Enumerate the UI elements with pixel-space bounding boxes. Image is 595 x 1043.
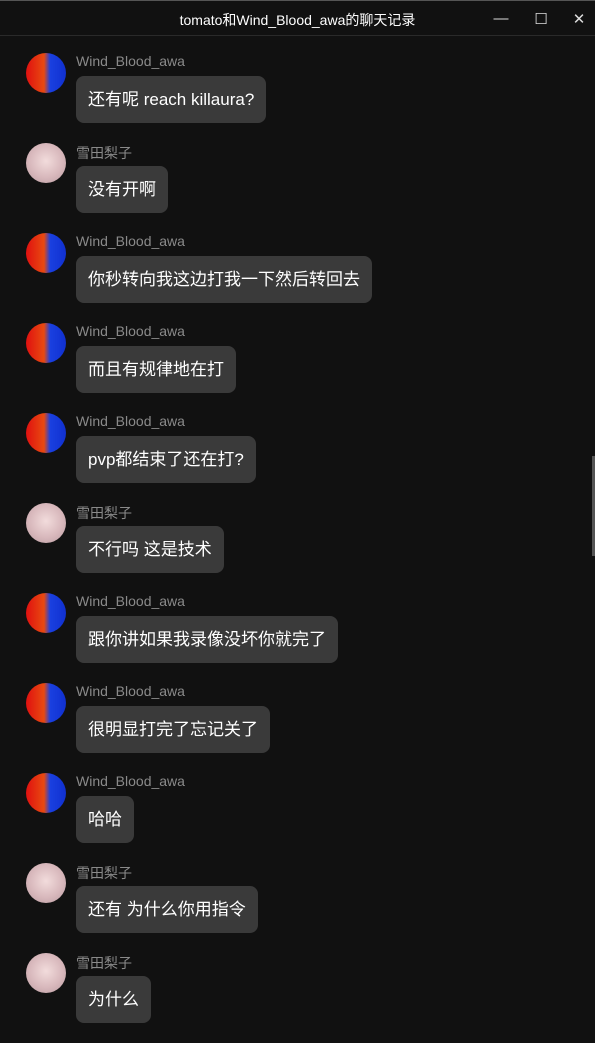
avatar[interactable] <box>26 593 66 633</box>
sender-name: 雪田梨子 <box>76 955 132 971</box>
message-bubble: 不行吗 这是技术 <box>76 526 224 573</box>
message-bubble: 你秒转向我这边打我一下然后转回去 <box>76 256 372 303</box>
message-item: Wind_Blood_awa 跟你讲如果我录像没坏你就完了 <box>0 593 595 683</box>
sender-name: 雪田梨子 <box>76 145 132 161</box>
message-item: Wind_Blood_awa 而且有规律地在打 <box>0 323 595 413</box>
sender-name: Wind_Blood_awa <box>76 323 185 339</box>
message-bubble: 还有呢 reach killaura? <box>76 76 267 123</box>
message-item: Wind_Blood_awa 哈哈 <box>0 773 595 863</box>
sender-name: Wind_Blood_awa <box>76 773 185 789</box>
message-bubble: 很明显打完了忘记关了 <box>76 706 270 753</box>
avatar[interactable] <box>26 773 66 813</box>
message-item: Wind_Blood_awa 还有呢 reach killaura? <box>0 53 595 143</box>
sender-name: Wind_Blood_awa <box>76 413 185 429</box>
message-item: 雪田梨子 为什么 <box>0 953 595 1043</box>
message-bubble: pvp都结束了还在打? <box>76 436 256 483</box>
message-bubble: 哈哈 <box>76 796 134 843</box>
sender-name: Wind_Blood_awa <box>76 593 185 609</box>
sender-name: 雪田梨子 <box>76 505 132 521</box>
message-bubble: 为什么 <box>76 976 151 1023</box>
title-bar: tomato和Wind_Blood_awa的聊天记录 — ☐ ✕ <box>0 1 595 36</box>
message-bubble: 没有开啊 <box>76 166 168 213</box>
avatar[interactable] <box>26 953 66 993</box>
sender-name: 雪田梨子 <box>76 865 132 881</box>
close-button[interactable]: ✕ <box>559 1 595 36</box>
maximize-button[interactable]: ☐ <box>521 1 561 36</box>
message-item: 雪田梨子 不行吗 这是技术 <box>0 503 595 593</box>
avatar[interactable] <box>26 233 66 273</box>
message-item: Wind_Blood_awa pvp都结束了还在打? <box>0 413 595 503</box>
minimize-button[interactable]: — <box>481 1 521 36</box>
message-bubble: 跟你讲如果我录像没坏你就完了 <box>76 616 338 663</box>
avatar[interactable] <box>26 863 66 903</box>
message-list: Wind_Blood_awa 还有呢 reach killaura? 雪田梨子 … <box>0 53 595 1043</box>
message-item: Wind_Blood_awa 你秒转向我这边打我一下然后转回去 <box>0 233 595 323</box>
avatar[interactable] <box>26 503 66 543</box>
message-item: 雪田梨子 没有开啊 <box>0 143 595 233</box>
sender-name: Wind_Blood_awa <box>76 683 185 699</box>
sender-name: Wind_Blood_awa <box>76 233 185 249</box>
message-item: 雪田梨子 还有 为什么你用指令 <box>0 863 595 953</box>
message-bubble: 还有 为什么你用指令 <box>76 886 258 933</box>
message-item: Wind_Blood_awa 很明显打完了忘记关了 <box>0 683 595 773</box>
avatar[interactable] <box>26 413 66 453</box>
avatar[interactable] <box>26 143 66 183</box>
avatar[interactable] <box>26 683 66 723</box>
avatar[interactable] <box>26 323 66 363</box>
sender-name: Wind_Blood_awa <box>76 53 185 69</box>
message-bubble: 而且有规律地在打 <box>76 346 236 393</box>
avatar[interactable] <box>26 53 66 93</box>
